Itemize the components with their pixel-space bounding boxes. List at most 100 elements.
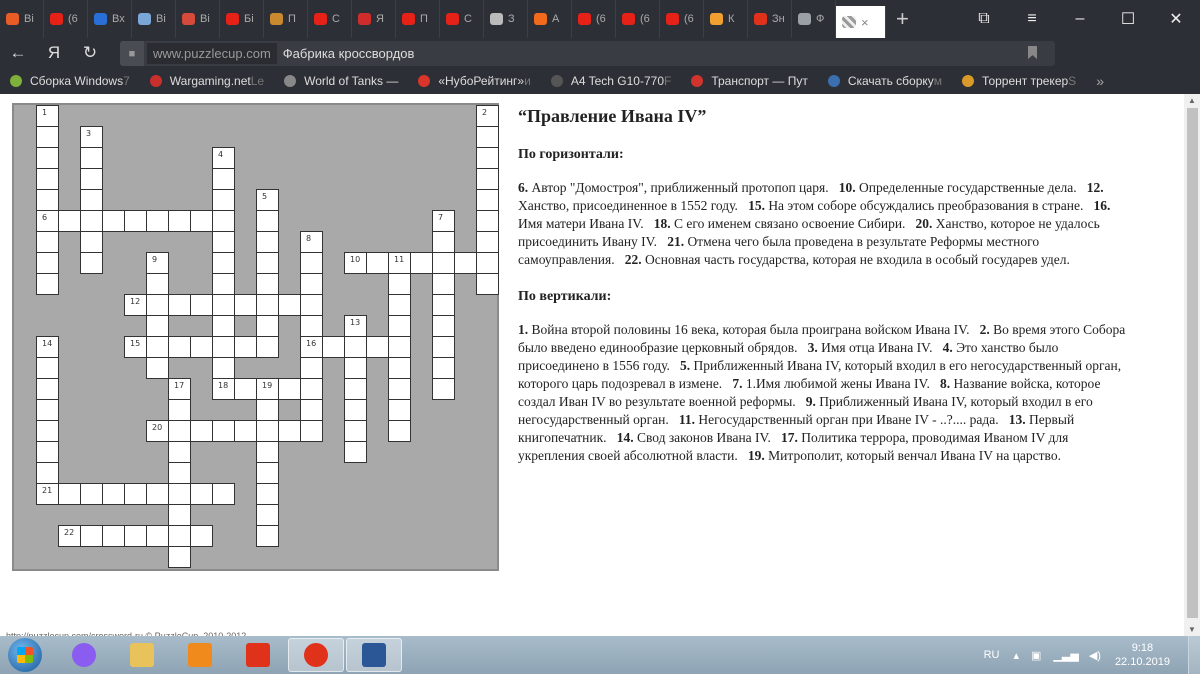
crossword-cell[interactable]: [168, 420, 191, 442]
crossword-cell[interactable]: [256, 420, 279, 442]
bookmark-item[interactable]: Транспорт — Пут: [691, 74, 808, 88]
crossword-cell[interactable]: [256, 399, 279, 421]
crossword-cell[interactable]: [80, 168, 103, 190]
crossword-cell[interactable]: [36, 462, 59, 484]
crossword-cell[interactable]: [344, 399, 367, 421]
scroll-up-arrow[interactable]: ▲: [1188, 96, 1196, 105]
crossword-cell[interactable]: [146, 357, 169, 379]
crossword-cell[interactable]: 7: [432, 210, 455, 232]
crossword-cell[interactable]: [300, 420, 323, 442]
crossword-cell[interactable]: [168, 462, 191, 484]
back-button[interactable]: ←: [0, 43, 36, 63]
language-indicator[interactable]: RU: [984, 649, 1000, 661]
crossword-cell[interactable]: [168, 483, 191, 505]
crossword-cell[interactable]: 1: [36, 105, 59, 127]
crossword-cell[interactable]: [344, 378, 367, 400]
crossword-cell[interactable]: [102, 210, 125, 232]
crossword-cell[interactable]: [146, 336, 169, 358]
crossword-cell[interactable]: [168, 399, 191, 421]
crossword-cell[interactable]: [168, 504, 191, 526]
crossword-cell[interactable]: [190, 294, 213, 316]
crossword-cell[interactable]: [476, 189, 499, 211]
bookmark-item[interactable]: Скачать сборку м: [827, 74, 942, 88]
crossword-cell[interactable]: [234, 336, 257, 358]
crossword-cell[interactable]: [388, 315, 411, 337]
crossword-cell[interactable]: [190, 483, 213, 505]
crossword-cell[interactable]: [168, 210, 191, 232]
crossword-cell[interactable]: [212, 315, 235, 337]
crossword-cell[interactable]: [256, 294, 279, 316]
tab-active[interactable]: ×: [836, 6, 886, 38]
crossword-cell[interactable]: [234, 378, 257, 400]
crossword-cell[interactable]: [300, 315, 323, 337]
crossword-cell[interactable]: [36, 189, 59, 211]
new-tab-button[interactable]: +: [886, 6, 919, 32]
crossword-cell[interactable]: [80, 147, 103, 169]
tab[interactable]: Ф: [792, 0, 836, 38]
crossword-cell[interactable]: [124, 525, 147, 547]
crossword-cell[interactable]: 8: [300, 231, 323, 253]
crossword-cell[interactable]: [212, 357, 235, 379]
tab[interactable]: Ві: [132, 0, 176, 38]
crossword-cell[interactable]: [36, 168, 59, 190]
crossword-cell[interactable]: 14: [36, 336, 59, 358]
tab[interactable]: (6: [660, 0, 704, 38]
tab[interactable]: (6: [616, 0, 660, 38]
tab[interactable]: П: [396, 0, 440, 38]
taskbar-app-yandex[interactable]: [230, 638, 286, 672]
taskbar-app-yandex-browser[interactable]: [288, 638, 344, 672]
crossword-cell[interactable]: 6: [36, 210, 59, 232]
crossword-cell[interactable]: [454, 252, 477, 274]
crossword-cell[interactable]: [212, 252, 235, 274]
taskbar-app-media-player[interactable]: [172, 638, 228, 672]
crossword-cell[interactable]: [36, 357, 59, 379]
crossword-cell[interactable]: [432, 336, 455, 358]
crossword-cell[interactable]: [102, 483, 125, 505]
crossword-cell[interactable]: 12: [124, 294, 147, 316]
crossword-cell[interactable]: 18: [212, 378, 235, 400]
bookmark-item[interactable]: A4 Tech G10-770 F: [550, 74, 671, 88]
crossword-cell[interactable]: 13: [344, 315, 367, 337]
taskbar-app-word[interactable]: [346, 638, 402, 672]
crossword-cell[interactable]: [432, 273, 455, 295]
crossword-cell[interactable]: 9: [146, 252, 169, 274]
crossword-cell[interactable]: [388, 399, 411, 421]
tab[interactable]: Зн: [748, 0, 792, 38]
bookmark-icon[interactable]: [1028, 46, 1037, 59]
tab[interactable]: (6: [44, 0, 88, 38]
lock-icon[interactable]: ■: [120, 41, 144, 66]
crossword-cell[interactable]: [146, 315, 169, 337]
crossword-cell[interactable]: [36, 399, 59, 421]
crossword-cell[interactable]: [168, 546, 191, 568]
crossword-cell[interactable]: [190, 210, 213, 232]
crossword-cell[interactable]: [256, 273, 279, 295]
crossword-cell[interactable]: [344, 420, 367, 442]
network-icon[interactable]: ▁▃▅: [1053, 649, 1078, 662]
crossword-cell[interactable]: [300, 252, 323, 274]
crossword-cell[interactable]: [432, 252, 455, 274]
crossword-cell[interactable]: [388, 336, 411, 358]
crossword-cell[interactable]: [278, 420, 301, 442]
crossword-cell[interactable]: [212, 231, 235, 253]
crossword-cell[interactable]: [146, 273, 169, 295]
crossword-cell[interactable]: [432, 294, 455, 316]
crossword-cell[interactable]: [212, 294, 235, 316]
crossword-cell[interactable]: [36, 441, 59, 463]
page-scrollbar[interactable]: ▲ ▼: [1184, 94, 1200, 636]
crossword-cell[interactable]: [388, 294, 411, 316]
crossword-cell[interactable]: 11: [388, 252, 411, 274]
crossword-cell[interactable]: [190, 525, 213, 547]
bookmarks-more-icon[interactable]: »: [1096, 73, 1104, 89]
crossword-cell[interactable]: [234, 294, 257, 316]
crossword-cell[interactable]: [80, 210, 103, 232]
crossword-cell[interactable]: [212, 168, 235, 190]
volume-icon[interactable]: ◀): [1089, 649, 1101, 662]
crossword-cell[interactable]: [36, 273, 59, 295]
tab[interactable]: Ві: [176, 0, 220, 38]
crossword-cell[interactable]: [36, 231, 59, 253]
minimize-button[interactable]: –: [1056, 10, 1104, 28]
crossword-cell[interactable]: [256, 525, 279, 547]
crossword-cell[interactable]: 17: [168, 378, 191, 400]
crossword-cell[interactable]: [300, 399, 323, 421]
crossword-cell[interactable]: [80, 525, 103, 547]
